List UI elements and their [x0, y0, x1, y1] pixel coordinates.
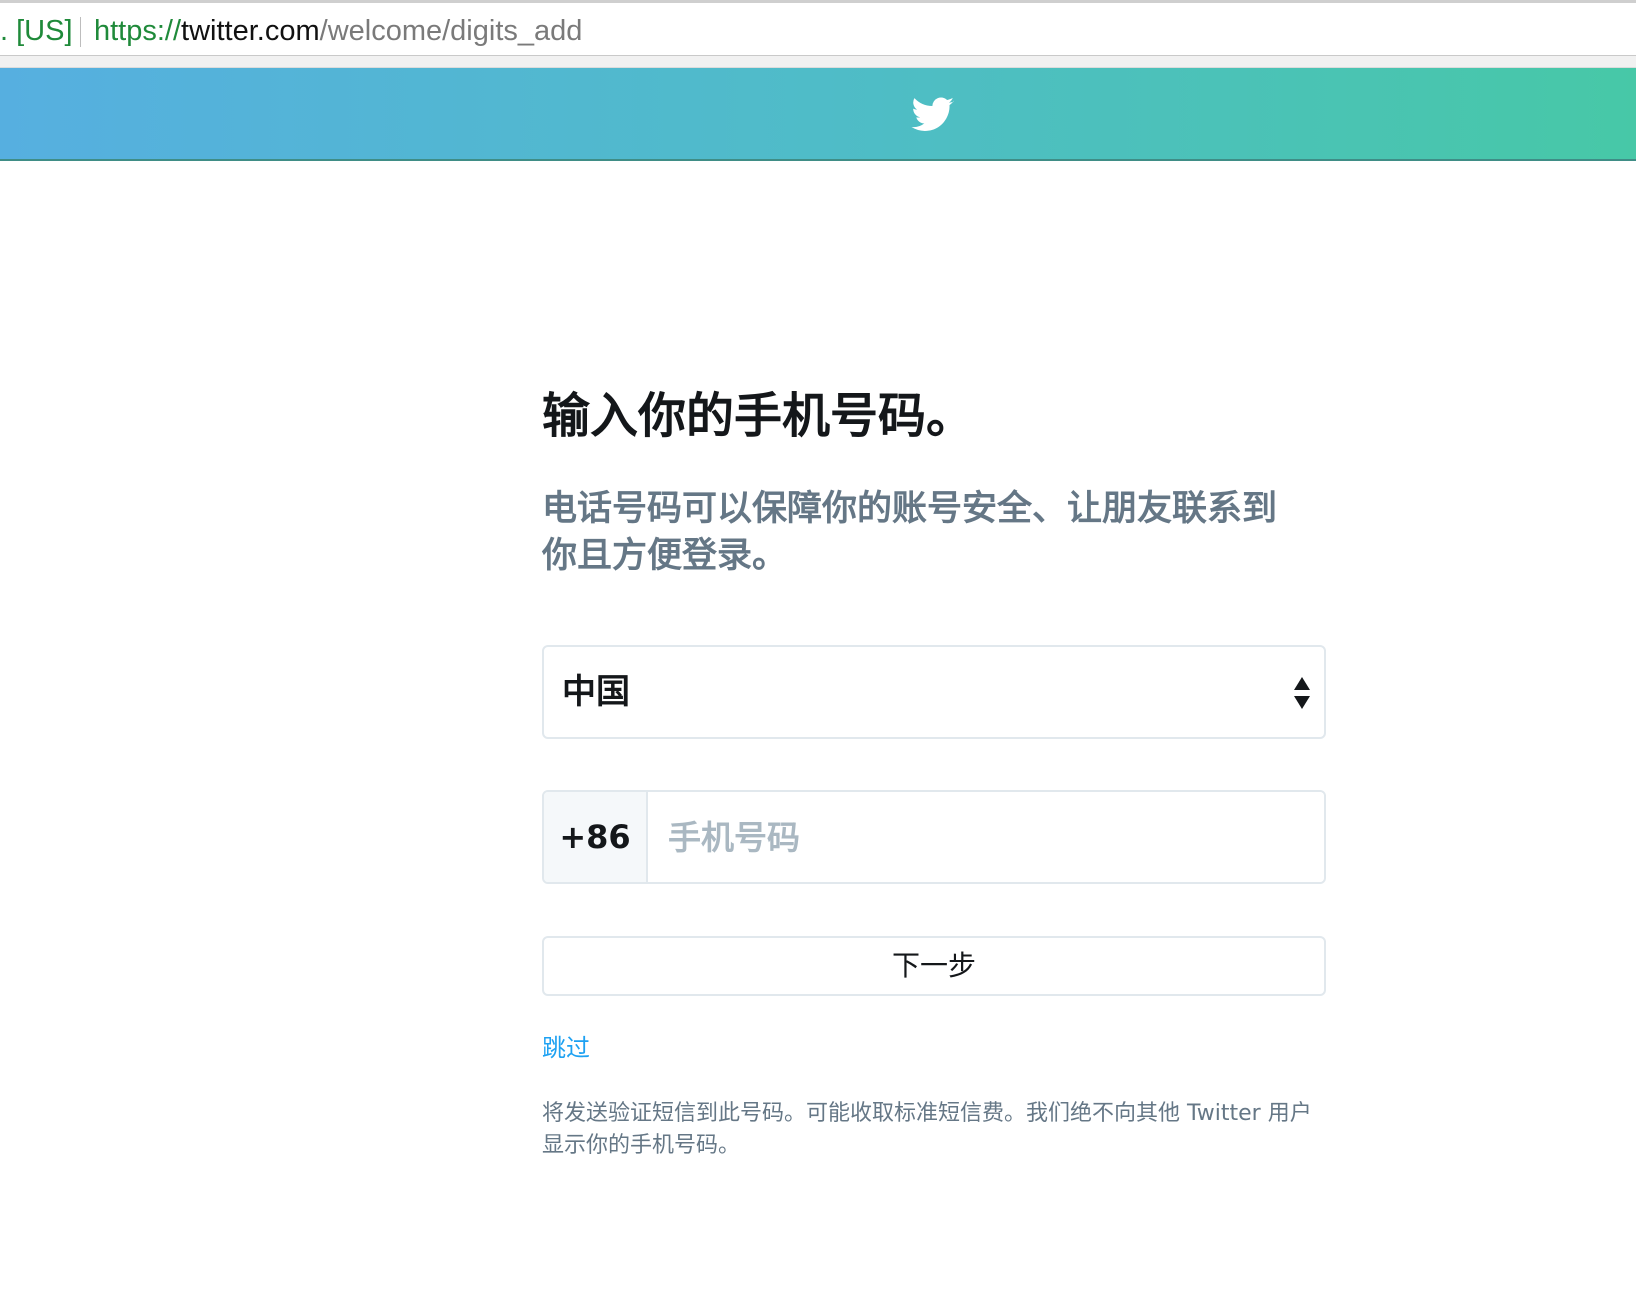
url-host: twitter.com	[181, 15, 320, 47]
country-select-value: 中国	[562, 672, 630, 712]
skip-link[interactable]: 跳过	[542, 1032, 590, 1064]
url-scheme: https://	[94, 15, 182, 47]
phone-form: 输入你的手机号码。 电话号码可以保障你的账号安全、让朋友联系到你且方便登录。 中…	[542, 385, 1326, 1158]
page-title: 输入你的手机号码。	[542, 388, 975, 444]
country-code-prefix: +86	[544, 792, 648, 882]
phone-number-group: +86	[542, 790, 1326, 884]
country-select[interactable]: 中国	[542, 645, 1326, 739]
next-button[interactable]: 下一步	[542, 936, 1326, 996]
url-text[interactable]: https://twitter.com/welcome/digits_add	[94, 15, 582, 47]
url-path: /welcome/digits_add	[319, 15, 583, 47]
toolbar-strip	[0, 56, 1636, 68]
sms-notice: 将发送验证短信到此号码。可能收取标准短信费。我们绝不向其他 Twitter 用户…	[542, 1101, 1312, 1158]
page-subtitle: 电话号码可以保障你的账号安全、让朋友联系到你且方便登录。	[542, 489, 1278, 576]
select-updown-arrows-icon	[1294, 677, 1310, 709]
security-indicator[interactable]: . [US]	[0, 15, 73, 47]
phone-number-input[interactable]	[648, 792, 1324, 882]
twitter-bird-icon[interactable]	[911, 97, 955, 133]
top-header	[0, 68, 1636, 161]
address-bar[interactable]: . [US] https://twitter.com/welcome/digit…	[0, 0, 1636, 56]
address-bar-divider	[80, 17, 81, 47]
